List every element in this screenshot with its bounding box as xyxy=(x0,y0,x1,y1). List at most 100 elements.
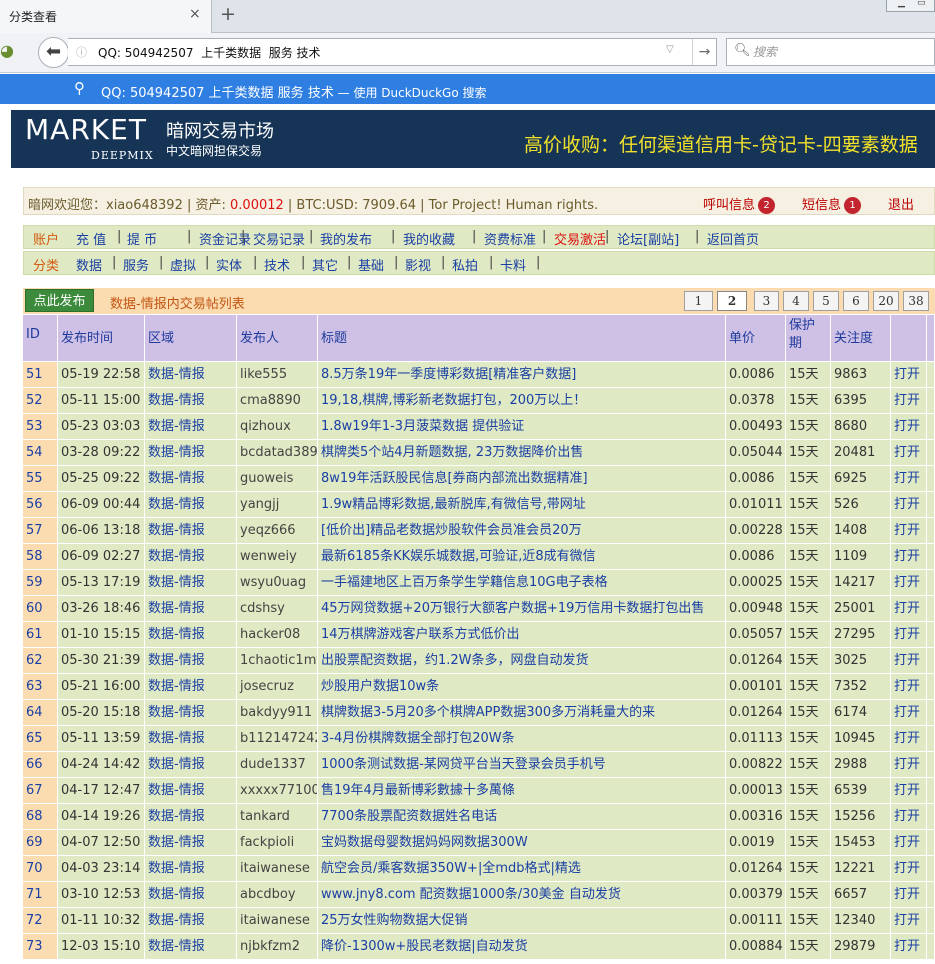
url-input[interactable] xyxy=(98,43,658,61)
cell-area[interactable]: 数据-情报 xyxy=(145,440,237,466)
category-menu-item[interactable]: 卡料 xyxy=(500,259,526,274)
cell-title[interactable]: 19,18,棋牌,博彩新老数据打包，200万以上！ xyxy=(318,388,726,414)
cell-title[interactable]: 1.8w19年1-3月菠菜数据 提供验证 xyxy=(318,414,726,440)
cell-id[interactable]: 58 xyxy=(23,544,58,570)
cell-title[interactable]: 25万女性购物数据大促销 xyxy=(318,908,726,934)
page-button[interactable]: 3 xyxy=(754,291,779,311)
cell-id[interactable]: 63 xyxy=(23,674,58,700)
account-menu-item[interactable]: 充 值 xyxy=(76,233,106,248)
cell-id[interactable]: 55 xyxy=(23,466,58,492)
cell-area[interactable]: 数据-情报 xyxy=(145,882,237,908)
logout-link[interactable]: 退出 xyxy=(888,194,914,213)
cell-area[interactable]: 数据-情报 xyxy=(145,778,237,804)
browser-tab[interactable]: 分类查看 × xyxy=(0,0,212,33)
cell-title[interactable]: [低价出]精品老数据炒股软件会员准会员20万 xyxy=(318,518,726,544)
cell-id[interactable]: 61 xyxy=(23,622,58,648)
tab-close-icon[interactable]: × xyxy=(189,6,201,22)
site-logo[interactable]: MARKET xyxy=(25,113,147,146)
window-controls[interactable]: ▁ ▭ xyxy=(886,0,935,12)
category-menu-item[interactable]: 影视 xyxy=(405,259,431,274)
page-button[interactable]: 6 xyxy=(843,291,869,311)
cell-id[interactable]: 70 xyxy=(23,856,58,882)
cell-area[interactable]: 数据-情报 xyxy=(145,752,237,778)
cell-id[interactable]: 71 xyxy=(23,882,58,908)
cell-area[interactable]: 数据-情报 xyxy=(145,830,237,856)
cell-id[interactable]: 64 xyxy=(23,700,58,726)
cell-open[interactable]: 打开 xyxy=(891,752,927,778)
cell-open[interactable]: 打开 xyxy=(891,622,927,648)
cell-title[interactable]: 棋牌数据3-5月20多个棋牌APP数据300多万消耗量大的来 xyxy=(318,700,726,726)
minimize-icon[interactable]: ▁ xyxy=(898,0,905,8)
cell-id[interactable]: 56 xyxy=(23,492,58,518)
addon-icon[interactable]: ◕ xyxy=(0,41,14,60)
cell-area[interactable]: 数据-情报 xyxy=(145,466,237,492)
cell-open[interactable]: 打开 xyxy=(891,414,927,440)
cell-area[interactable]: 数据-情报 xyxy=(145,700,237,726)
cell-area[interactable]: 数据-情报 xyxy=(145,570,237,596)
cell-area[interactable]: 数据-情报 xyxy=(145,596,237,622)
cell-id[interactable]: 68 xyxy=(23,804,58,830)
category-menu-item[interactable]: 其它 xyxy=(312,259,338,274)
cell-open[interactable]: 打开 xyxy=(891,778,927,804)
cell-open[interactable]: 打开 xyxy=(891,882,927,908)
page-button[interactable]: 20 xyxy=(873,291,899,311)
cell-title[interactable]: 8.5万条19年一季度博彩数据[精准客户数据] xyxy=(318,362,726,388)
cell-open[interactable]: 打开 xyxy=(891,804,927,830)
cell-area[interactable]: 数据-情报 xyxy=(145,362,237,388)
category-menu-item[interactable]: 虚拟 xyxy=(170,259,196,274)
account-menu-item[interactable]: 交易记录 xyxy=(253,233,305,248)
account-menu-item[interactable]: 资费标准 xyxy=(484,233,536,248)
cell-title[interactable]: 出股票配资数据，约1.2W条多，网盘自动发货 xyxy=(318,648,726,674)
cell-area[interactable]: 数据-情报 xyxy=(145,492,237,518)
cell-id[interactable]: 62 xyxy=(23,648,58,674)
account-menu-item[interactable]: 交易激活 xyxy=(554,233,606,248)
cell-open[interactable]: 打开 xyxy=(891,934,927,960)
back-button[interactable]: ⬅ xyxy=(38,37,69,68)
page-button[interactable]: 4 xyxy=(783,291,809,311)
publish-button[interactable]: 点此发布 xyxy=(25,289,94,312)
cell-open[interactable]: 打开 xyxy=(891,648,927,674)
cell-title[interactable]: 炒股用户数据10w条 xyxy=(318,674,726,700)
cell-area[interactable]: 数据-情报 xyxy=(145,414,237,440)
cell-title[interactable]: 降价-1300w+股民老数据|自动发货 xyxy=(318,934,726,960)
cell-area[interactable]: 数据-情报 xyxy=(145,908,237,934)
cell-open[interactable]: 打开 xyxy=(891,466,927,492)
cell-open[interactable]: 打开 xyxy=(891,492,927,518)
cell-open[interactable]: 打开 xyxy=(891,700,927,726)
cell-id[interactable]: 65 xyxy=(23,726,58,752)
account-menu-item[interactable]: 返回首页 xyxy=(707,233,759,248)
cell-area[interactable]: 数据-情报 xyxy=(145,934,237,960)
cell-area[interactable]: 数据-情报 xyxy=(145,518,237,544)
cell-title[interactable]: 售19年4月最新博彩數據十多萬條 xyxy=(318,778,726,804)
cell-open[interactable]: 打开 xyxy=(891,674,927,700)
cell-open[interactable]: 打开 xyxy=(891,518,927,544)
cell-id[interactable]: 54 xyxy=(23,440,58,466)
cell-open[interactable]: 打开 xyxy=(891,362,927,388)
cell-title[interactable]: 航空会员/乘客数据350W+|全mdb格式|精选 xyxy=(318,856,726,882)
cell-open[interactable]: 打开 xyxy=(891,544,927,570)
cell-id[interactable]: 51 xyxy=(23,362,58,388)
new-tab-icon[interactable]: + xyxy=(220,3,236,25)
cell-area[interactable]: 数据-情报 xyxy=(145,622,237,648)
cell-title[interactable]: 1.9w精品博彩数据,最新脱库,有微信号,带网址 xyxy=(318,492,726,518)
cell-open[interactable]: 打开 xyxy=(891,908,927,934)
category-menu-item[interactable]: 服务 xyxy=(123,259,149,274)
cell-title[interactable]: 棋牌类5个站4月新题数据, 23万数据降价出售 xyxy=(318,440,726,466)
cell-title[interactable]: 8w19年活跃股民信息[券商内部流出数据精准] xyxy=(318,466,726,492)
cell-area[interactable]: 数据-情报 xyxy=(145,856,237,882)
cell-area[interactable]: 数据-情报 xyxy=(145,648,237,674)
cell-area[interactable]: 数据-情报 xyxy=(145,726,237,752)
go-button[interactable]: → xyxy=(692,39,716,65)
cell-area[interactable]: 数据-情报 xyxy=(145,544,237,570)
url-bar[interactable]: ⓘ ▽ → xyxy=(68,38,717,66)
cell-id[interactable]: 72 xyxy=(23,908,58,934)
cell-title[interactable]: 14万棋牌游戏客户联系方式低价出 xyxy=(318,622,726,648)
cell-title[interactable]: 1000条测试数据-某网贷平台当天登录会员手机号 xyxy=(318,752,726,778)
sms-info-link[interactable]: 短信息 1 xyxy=(802,194,862,214)
cell-open[interactable]: 打开 xyxy=(891,726,927,752)
page-button[interactable]: 2 xyxy=(717,291,747,311)
cell-id[interactable]: 69 xyxy=(23,830,58,856)
cell-title[interactable]: 最新6185条KK娱乐城数据,可验证,近8成有微信 xyxy=(318,544,726,570)
info-icon[interactable]: ⓘ xyxy=(76,44,87,60)
category-menu-item[interactable]: 技术 xyxy=(264,259,290,274)
